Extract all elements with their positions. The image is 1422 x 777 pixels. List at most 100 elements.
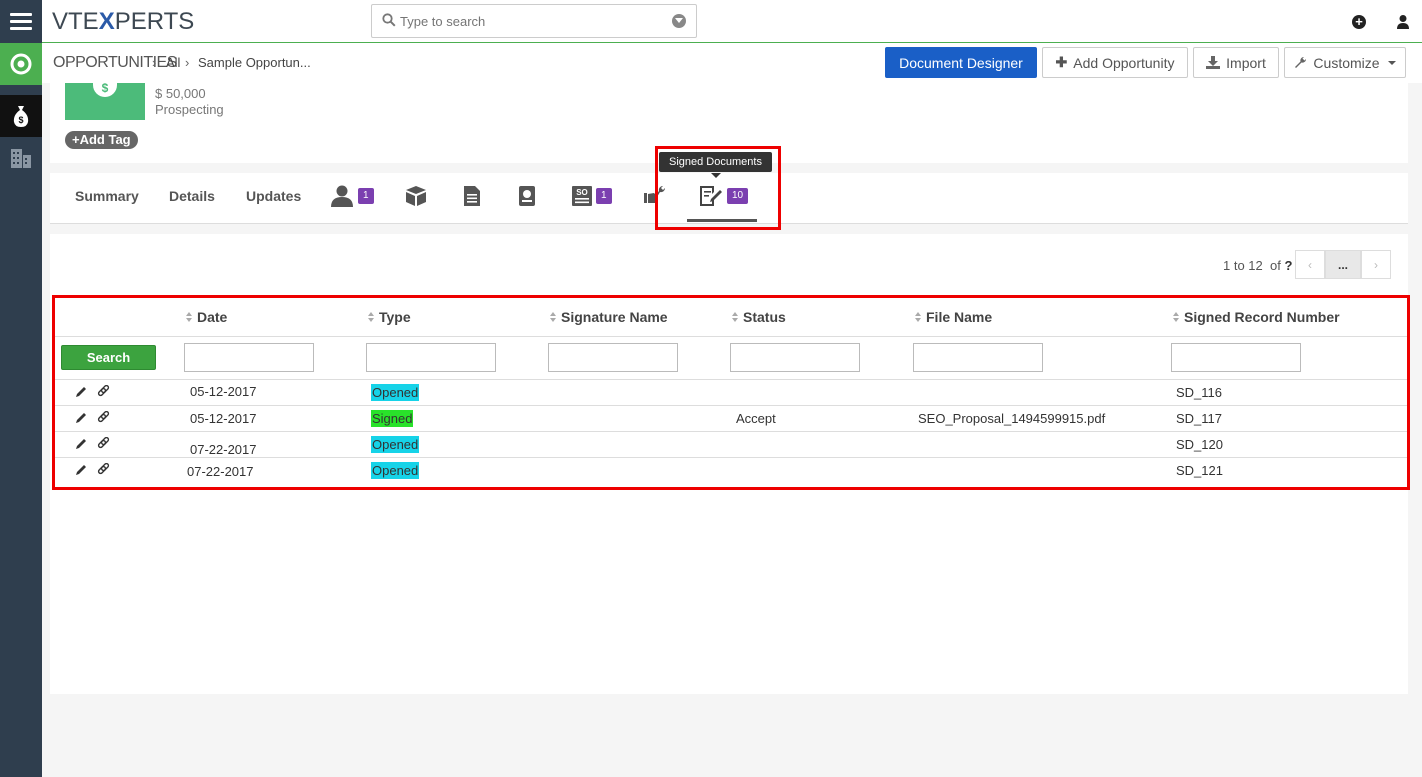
type-badge-signed: Signed xyxy=(371,410,414,427)
tab-quotes[interactable] xyxy=(518,184,536,208)
breadcrumb-record[interactable]: Sample Opportun... xyxy=(198,55,311,70)
document-designer-button[interactable]: Document Designer xyxy=(885,47,1037,78)
contact-icon xyxy=(331,185,353,207)
money-bag-icon[interactable]: $ xyxy=(0,95,42,137)
tab-documents[interactable] xyxy=(463,184,481,208)
plus-icon: + xyxy=(72,132,80,147)
add-opportunity-button[interactable]: ✚ Add Opportunity xyxy=(1042,47,1188,78)
row-actions xyxy=(75,463,110,476)
edit-icon[interactable] xyxy=(75,386,87,398)
link-icon[interactable] xyxy=(97,385,110,398)
signed-record-number-filter-input[interactable] xyxy=(1171,343,1301,372)
import-button[interactable]: Import xyxy=(1193,47,1279,78)
chevron-right-icon: › xyxy=(152,55,157,70)
edit-icon[interactable] xyxy=(75,412,87,424)
tab-details[interactable]: Details xyxy=(169,188,215,204)
column-header-label: Status xyxy=(743,309,786,325)
menu-icon[interactable] xyxy=(0,0,42,43)
divider xyxy=(55,431,1407,432)
table-cell-date: 07-22-2017 xyxy=(187,464,254,479)
prev-page-button[interactable]: ‹ xyxy=(1295,250,1325,279)
column-header-signed-record-number[interactable]: Signed Record Number xyxy=(1173,309,1340,325)
table-cell-file-name[interactable]: SEO_Proposal_1494599915.pdf xyxy=(918,411,1105,426)
tab-contacts[interactable]: 1 xyxy=(330,184,374,208)
link-icon[interactable] xyxy=(97,437,110,450)
column-header-date[interactable]: Date xyxy=(186,309,227,325)
table-cell-record-number[interactable]: SD_117 xyxy=(1176,411,1222,426)
next-page-button[interactable]: › xyxy=(1361,250,1391,279)
table-cell-type: Signed xyxy=(371,410,414,427)
page-jump-button[interactable]: ... xyxy=(1325,250,1361,279)
search-button[interactable]: Search xyxy=(61,345,156,370)
table-cell-record-number[interactable]: SD_116 xyxy=(1176,385,1222,400)
divider xyxy=(55,405,1407,406)
global-search[interactable] xyxy=(371,4,697,38)
add-opportunity-label: Add Opportunity xyxy=(1073,54,1175,71)
sort-icon xyxy=(1173,311,1180,323)
quote-icon xyxy=(519,186,535,206)
record-stage: Prospecting xyxy=(155,102,224,117)
user-icon[interactable] xyxy=(1396,14,1410,30)
column-header-label: Signature Name xyxy=(561,309,668,325)
link-icon[interactable] xyxy=(97,463,110,476)
add-tag-button[interactable]: +Add Tag xyxy=(65,131,138,149)
tab-updates[interactable]: Updates xyxy=(246,188,301,204)
table-cell-record-number[interactable]: SD_121 xyxy=(1176,463,1223,478)
document-designer-label: Document Designer xyxy=(899,54,1023,71)
date-filter-input[interactable] xyxy=(184,343,314,372)
plus-icon: ✚ xyxy=(1055,54,1068,70)
divider xyxy=(55,336,1407,337)
caret-down-icon xyxy=(1387,60,1396,65)
module-header: OPPORTUNITIES › All › Sample Opportun...… xyxy=(42,43,1422,83)
status-filter-input[interactable] xyxy=(730,343,860,372)
highlight-box-tab xyxy=(655,146,781,230)
table-cell-status: Accept xyxy=(736,411,776,426)
app-home-icon[interactable] xyxy=(0,43,42,85)
record-amount: $ 50,000 xyxy=(155,86,206,101)
table-cell-date: 05-12-2017 xyxy=(190,384,257,399)
chevron-down-icon[interactable] xyxy=(672,14,686,28)
column-header-status[interactable]: Status xyxy=(732,309,786,325)
link-icon[interactable] xyxy=(97,411,110,424)
edit-icon[interactable] xyxy=(75,464,87,476)
pager-of: of xyxy=(1270,258,1281,273)
dollar-icon: $ xyxy=(93,81,117,97)
type-filter-input[interactable] xyxy=(366,343,496,372)
sort-icon xyxy=(732,311,739,323)
column-header-type[interactable]: Type xyxy=(368,309,411,325)
search-icon xyxy=(382,13,396,27)
pager-total[interactable]: ? xyxy=(1284,258,1292,273)
svg-text:$: $ xyxy=(18,115,23,125)
file-name-filter-input[interactable] xyxy=(913,343,1043,372)
table-cell-record-number[interactable]: SD_120 xyxy=(1176,437,1223,452)
search-input[interactable] xyxy=(400,11,660,31)
column-header-label: Date xyxy=(197,309,228,325)
column-header-signature-name[interactable]: Signature Name xyxy=(550,309,668,325)
tab-summary[interactable]: Summary xyxy=(75,188,139,204)
row-actions xyxy=(75,411,110,424)
contacts-badge: 1 xyxy=(358,188,374,204)
sales-order-icon: SO xyxy=(572,186,592,206)
sort-icon xyxy=(186,311,193,323)
module-title[interactable]: OPPORTUNITIES xyxy=(53,54,177,72)
add-tag-label: Add Tag xyxy=(79,132,131,147)
type-badge-opened: Opened xyxy=(371,384,420,401)
signature-name-filter-input[interactable] xyxy=(548,343,678,372)
tab-products[interactable] xyxy=(405,184,427,208)
customize-button[interactable]: Customize xyxy=(1284,47,1406,78)
customize-label: Customize xyxy=(1313,54,1380,71)
quick-create-icon[interactable]: + xyxy=(1352,15,1366,29)
column-header-file-name[interactable]: File Name xyxy=(915,309,992,325)
sort-icon xyxy=(550,311,557,323)
table-cell-type: Opened xyxy=(371,436,420,453)
edit-icon[interactable] xyxy=(75,438,87,450)
pager-range: 1 to 12 xyxy=(1223,258,1263,273)
breadcrumb-all[interactable]: All xyxy=(166,55,180,70)
top-bar: VTEXPERTS + xyxy=(0,0,1422,43)
tab-sales-orders[interactable]: SO 1 xyxy=(572,184,612,208)
app-logo[interactable]: VTEXPERTS xyxy=(52,8,194,36)
svg-text:SO: SO xyxy=(576,188,588,197)
divider xyxy=(55,457,1407,458)
building-icon[interactable] xyxy=(0,137,42,179)
import-icon xyxy=(1206,56,1221,69)
